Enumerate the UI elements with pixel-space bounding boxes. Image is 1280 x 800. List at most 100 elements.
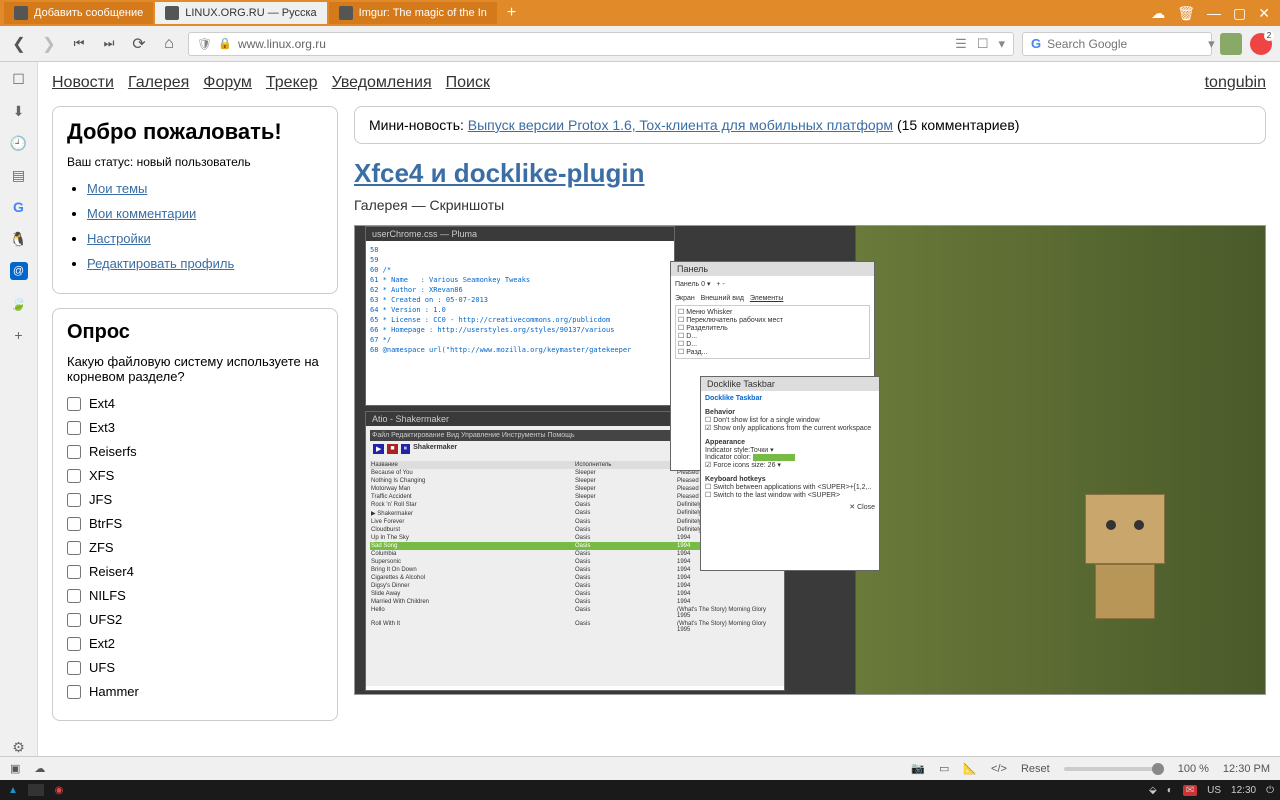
- reader-icon[interactable]: ☰: [955, 36, 967, 52]
- tab-1[interactable]: LINUX.ORG.RU — Русска: [155, 2, 326, 24]
- terminal-app-icon[interactable]: [28, 784, 44, 796]
- reset-button[interactable]: Reset: [1021, 763, 1050, 775]
- welcome-title: Добро пожаловать!: [67, 119, 323, 145]
- poll-checkbox[interactable]: [67, 397, 81, 411]
- url-bar[interactable]: 🛡 🔒 www.linux.org.ru ☰ ☐ ▾: [188, 32, 1014, 56]
- poll-checkbox[interactable]: [67, 589, 81, 603]
- nav-news[interactable]: Новости: [52, 74, 114, 92]
- history-icon[interactable]: 🕘: [10, 134, 28, 152]
- nav-tracker[interactable]: Трекер: [266, 74, 318, 92]
- poll-question: Какую файловую систему используете на ко…: [67, 354, 323, 384]
- chevron-down-icon[interactable]: ▾: [1208, 36, 1215, 52]
- poll-checkbox[interactable]: [67, 685, 81, 699]
- tab-0[interactable]: Добавить сообщение: [4, 2, 153, 24]
- tab-favicon: [339, 6, 353, 20]
- browser-toolbar: ❮ ❯ ⏮ ⏭ ⟳ ⌂ 🛡 🔒 www.linux.org.ru ☰ ☐ ▾ G…: [0, 26, 1280, 62]
- poll-option-label: Hammer: [89, 684, 139, 699]
- poll-checkbox[interactable]: [67, 469, 81, 483]
- tray-icon[interactable]: ⬙: [1149, 785, 1157, 796]
- settings-link[interactable]: Настройки: [87, 231, 151, 246]
- forward-button[interactable]: ❯: [38, 33, 60, 55]
- vivaldi-app-icon[interactable]: ◉: [52, 783, 66, 797]
- code-icon[interactable]: </>: [991, 763, 1007, 775]
- my-comments-link[interactable]: Мои комментарии: [87, 206, 196, 221]
- settings-icon[interactable]: ⚙: [10, 738, 28, 756]
- back-button[interactable]: ❮: [8, 33, 30, 55]
- nav-search[interactable]: Поиск: [446, 74, 490, 92]
- poll-option-label: ZFS: [89, 540, 114, 555]
- ruler-icon[interactable]: 📐: [963, 762, 977, 775]
- poll-checkbox[interactable]: [67, 517, 81, 531]
- chevron-down-icon[interactable]: ▾: [998, 36, 1005, 52]
- mini-news-box: Мини-новость: Выпуск версии Protox 1.6, …: [354, 106, 1266, 144]
- poll-checkbox[interactable]: [67, 613, 81, 627]
- username-link[interactable]: tongubin: [1205, 74, 1266, 92]
- tray-icon[interactable]: ◐: [1167, 785, 1173, 796]
- arch-menu-icon[interactable]: ▲: [6, 783, 20, 797]
- keyboard-layout[interactable]: US: [1207, 785, 1221, 796]
- tab-label: Добавить сообщение: [34, 7, 143, 19]
- tablet-icon[interactable]: ▭: [939, 762, 949, 775]
- google-shortcut-icon[interactable]: G: [10, 198, 28, 216]
- bookmark-icon[interactable]: ☐: [977, 36, 989, 52]
- browser-side-panel: ☐ ⬇ 🕘 ▤ G 🐧 @ 🍃 + ⚙: [0, 62, 38, 756]
- article-screenshot[interactable]: userChrome.css — Pluma 585960 /*61 * Nam…: [354, 225, 1266, 695]
- minimize-icon[interactable]: —: [1207, 5, 1221, 22]
- bookmarks-icon[interactable]: ☐: [10, 70, 28, 88]
- trash-icon[interactable]: 🗑: [1177, 5, 1195, 22]
- poll-checkbox[interactable]: [67, 541, 81, 555]
- shield-icon[interactable]: 🛡: [197, 37, 212, 51]
- extension-badge[interactable]: [1250, 33, 1272, 55]
- tux-icon[interactable]: 🐧: [10, 230, 28, 248]
- search-bar[interactable]: G ▾: [1022, 32, 1212, 56]
- poll-checkbox[interactable]: [67, 637, 81, 651]
- new-tab-button[interactable]: +: [499, 4, 524, 22]
- fastforward-button[interactable]: ⏭: [98, 33, 120, 55]
- zoom-slider[interactable]: [1064, 767, 1164, 771]
- profile-avatar[interactable]: [1220, 33, 1242, 55]
- cloud-icon[interactable]: ☁: [34, 762, 45, 775]
- terminal-icon[interactable]: ▣: [10, 762, 20, 775]
- close-icon[interactable]: ✕: [1258, 5, 1270, 22]
- os-taskbar: ▲ ◉ ⬙ ◐ ✉ US 12:30 ⏻: [0, 780, 1280, 800]
- zoom-level: 100 %: [1178, 763, 1209, 775]
- notes-icon[interactable]: ▤: [10, 166, 28, 184]
- rewind-button[interactable]: ⏮: [68, 33, 90, 55]
- tab-favicon: [14, 6, 28, 20]
- tab-2[interactable]: Imgur: The magic of the In: [329, 2, 497, 24]
- poll-option-label: Ext4: [89, 396, 115, 411]
- poll-checkbox[interactable]: [67, 445, 81, 459]
- edit-profile-link[interactable]: Редактировать профиль: [87, 256, 234, 271]
- my-topics-link[interactable]: Мои темы: [87, 181, 147, 196]
- nav-gallery[interactable]: Галерея: [128, 74, 189, 92]
- poll-option-label: UFS: [89, 660, 115, 675]
- power-icon[interactable]: ⏻: [1266, 785, 1274, 796]
- home-button[interactable]: ⌂: [158, 33, 180, 55]
- poll-option-label: Reiserfs: [89, 444, 137, 459]
- search-input[interactable]: [1047, 37, 1202, 51]
- maximize-icon[interactable]: ▢: [1233, 5, 1246, 22]
- add-panel-icon[interactable]: +: [10, 326, 28, 344]
- cloud-icon[interactable]: ☁: [1151, 5, 1165, 22]
- article-title-link[interactable]: Xfce4 и docklike-plugin: [354, 158, 645, 188]
- poll-checkbox[interactable]: [67, 661, 81, 675]
- article: Xfce4 и docklike-plugin Галерея — Скринш…: [354, 158, 1266, 695]
- notification-tray-icon[interactable]: ✉: [1183, 785, 1197, 796]
- poll-option-label: NILFS: [89, 588, 126, 603]
- poll-checkbox[interactable]: [67, 493, 81, 507]
- os-clock: 12:30: [1231, 785, 1256, 796]
- nav-forum[interactable]: Форум: [203, 74, 252, 92]
- poll-checkbox[interactable]: [67, 421, 81, 435]
- at-icon[interactable]: @: [10, 262, 28, 280]
- danbo-figure: [1065, 494, 1185, 634]
- poll-option-label: BtrFS: [89, 516, 122, 531]
- nav-notifications[interactable]: Уведомления: [332, 74, 432, 92]
- tab-favicon: [165, 6, 179, 20]
- mini-news-link[interactable]: Выпуск версии Protox 1.6, Tox-клиента дл…: [468, 117, 893, 133]
- downloads-icon[interactable]: ⬇: [10, 102, 28, 120]
- leaf-icon[interactable]: 🍃: [10, 294, 28, 312]
- camera-icon[interactable]: 📷: [911, 762, 925, 775]
- poll-checkbox[interactable]: [67, 565, 81, 579]
- reload-button[interactable]: ⟳: [128, 33, 150, 55]
- page-content: Новости Галерея Форум Трекер Уведомления…: [38, 62, 1280, 756]
